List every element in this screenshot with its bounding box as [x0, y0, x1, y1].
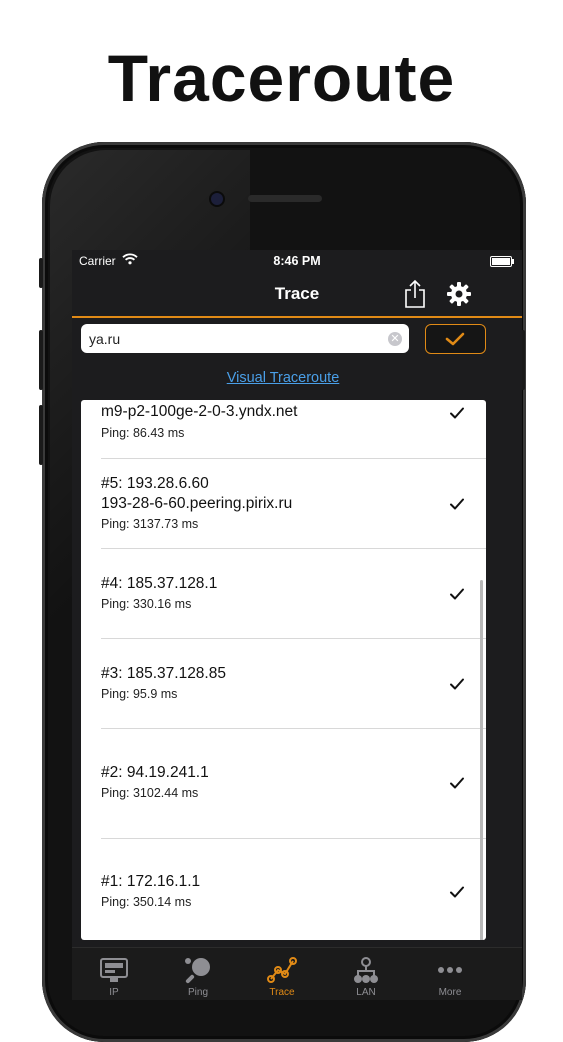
navigation-bar: Trace	[72, 272, 522, 318]
hop-ping: Ping: 350.14 ms	[101, 895, 192, 909]
tab-trace[interactable]: Trace	[240, 948, 324, 1000]
volume-down-button	[39, 405, 43, 465]
tab-label: Ping	[187, 987, 208, 998]
gear-icon	[447, 282, 471, 306]
tab-lan[interactable]: LAN	[324, 948, 408, 1000]
hop-ping: Ping: 330.16 ms	[101, 597, 192, 611]
app-screen: Carrier 8:46 PM Trace ya.ru ✕ Visual Tra…	[72, 250, 522, 1000]
share-button[interactable]	[402, 278, 428, 310]
hop-address: #3: 185.37.128.85	[101, 665, 226, 682]
checkmark-icon	[450, 498, 464, 510]
clear-input-icon[interactable]: ✕	[388, 332, 402, 346]
hop-ping: Ping: 95.9 ms	[101, 687, 178, 701]
promo-headline: Traceroute	[107, 41, 456, 115]
battery-icon	[490, 256, 514, 267]
visual-traceroute-link[interactable]: Visual Traceroute	[72, 370, 494, 386]
hop-row[interactable]: m9-p2-100ge-2-0-3.yndx.net Ping: 86.43 m…	[81, 400, 486, 459]
checkmark-icon	[445, 332, 465, 346]
settings-button[interactable]	[446, 281, 472, 307]
hop-address: #4: 185.37.128.1	[101, 575, 218, 592]
search-row: ya.ru ✕	[72, 322, 522, 356]
hop-row[interactable]: #2: 94.19.241.1 Ping: 3102.44 ms	[81, 729, 486, 839]
start-trace-button[interactable]	[425, 324, 486, 354]
monitor-icon	[100, 958, 128, 982]
share-icon	[405, 279, 425, 308]
host-input-value: ya.ru	[89, 331, 121, 347]
earpiece-speaker	[248, 195, 322, 202]
tab-label: Trace	[269, 987, 295, 998]
hop-ping: Ping: 3102.44 ms	[101, 786, 199, 800]
hop-hostname: 193-28-6-60.peering.pirix.ru	[101, 495, 293, 512]
volume-up-button	[39, 330, 43, 390]
tab-more[interactable]: More	[408, 948, 492, 1000]
hop-address: #1: 172.16.1.1	[101, 873, 201, 890]
front-camera	[211, 193, 223, 205]
more-icon	[438, 967, 462, 973]
tab-label: LAN	[356, 987, 376, 998]
tab-label: IP	[109, 987, 119, 998]
hop-row[interactable]: #3: 185.37.128.85 Ping: 95.9 ms	[81, 639, 486, 729]
lan-icon	[354, 957, 378, 983]
status-bar: Carrier 8:46 PM	[72, 250, 522, 272]
checkmark-icon	[450, 886, 464, 898]
tab-label: More	[438, 987, 462, 998]
hop-ping: Ping: 3137.73 ms	[101, 517, 199, 531]
hop-list: m9-p2-100ge-2-0-3.yndx.net Ping: 86.43 m…	[81, 400, 486, 940]
tab-bar: IP Ping Trace LAN More	[72, 947, 522, 1000]
clock: 8:46 PM	[273, 254, 321, 268]
hop-address: #2: 94.19.241.1	[101, 764, 209, 781]
hop-row[interactable]: #4: 185.37.128.1 Ping: 330.16 ms	[81, 549, 486, 639]
tab-ip[interactable]: IP	[72, 948, 156, 1000]
checkmark-icon	[450, 588, 464, 600]
hop-ping: Ping: 86.43 ms	[101, 426, 185, 440]
ping-pong-icon	[185, 958, 210, 984]
checkmark-icon	[450, 407, 464, 419]
hop-row[interactable]: #5: 193.28.6.60 193-28-6-60.peering.piri…	[81, 459, 486, 549]
hop-address: #5: 193.28.6.60	[101, 475, 209, 492]
trace-icon	[267, 957, 297, 983]
silent-switch	[39, 258, 43, 288]
checkmark-icon	[450, 777, 464, 789]
tab-ping[interactable]: Ping	[156, 948, 240, 1000]
host-input[interactable]: ya.ru ✕	[81, 324, 409, 353]
hop-host: m9-p2-100ge-2-0-3.yndx.net	[101, 403, 298, 420]
list-scrollbar[interactable]	[480, 580, 483, 940]
checkmark-icon	[450, 678, 464, 690]
hop-row[interactable]: #1: 172.16.1.1 Ping: 350.14 ms	[81, 839, 486, 940]
